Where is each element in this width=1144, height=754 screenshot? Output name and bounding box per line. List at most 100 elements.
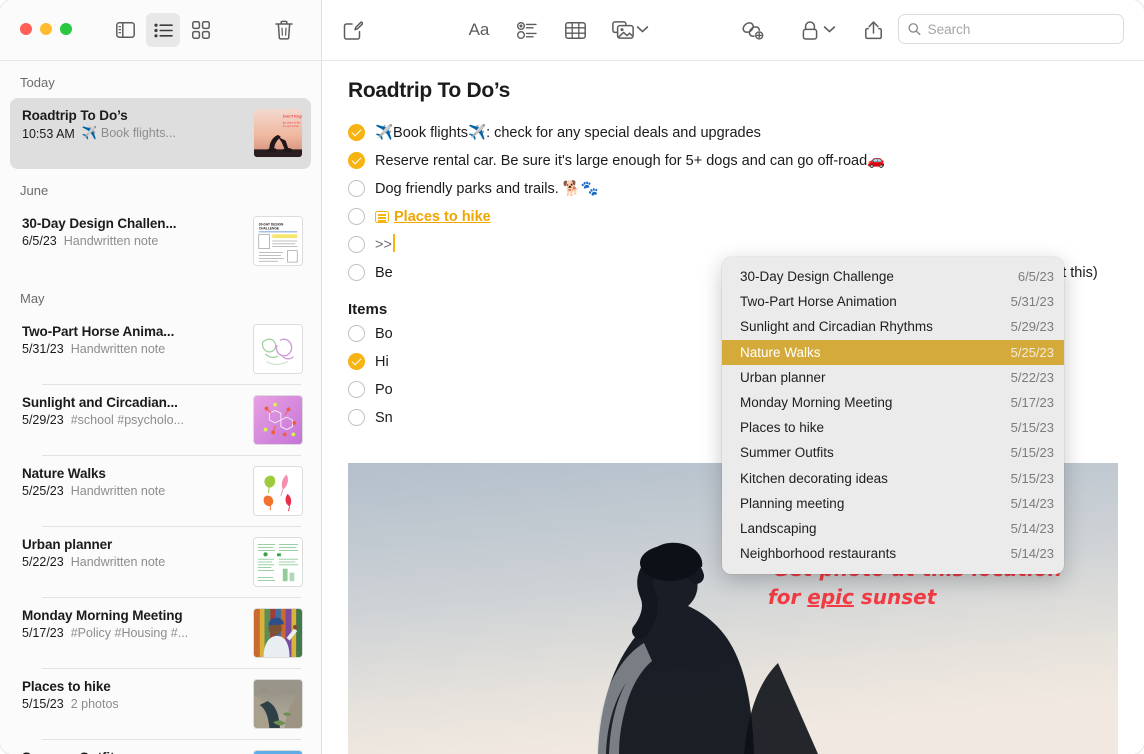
popup-item-title: Urban planner: [740, 370, 826, 385]
compose-note-button[interactable]: [334, 13, 372, 47]
checkbox-checked[interactable]: [348, 152, 365, 169]
note-link[interactable]: Places to hike: [394, 209, 491, 225]
checkbox-unchecked[interactable]: [348, 208, 365, 225]
note-toolbar: Aa: [322, 0, 1144, 61]
checkbox-unchecked[interactable]: [348, 264, 365, 281]
list-item[interactable]: Monday Morning Meeting 5/17/23 #Policy #…: [10, 598, 311, 669]
list-item[interactable]: Summer Outfits: [10, 740, 311, 754]
table-button[interactable]: [556, 13, 594, 47]
popup-item[interactable]: Planning meeting 5/14/23: [722, 491, 1064, 516]
search-input[interactable]: [928, 22, 1114, 37]
list-item[interactable]: 30-Day Design Challen... 6/5/23 Handwrit…: [10, 206, 311, 277]
list-item-subtitle: #Policy #Housing #...: [71, 626, 188, 640]
close-button[interactable]: [20, 23, 32, 35]
todo-typing-wrap: >>: [375, 231, 395, 259]
list-item-thumbnail: [253, 537, 303, 587]
sidebar: Today Roadtrip To Do’s 10:53 AM ✈️ Book …: [0, 0, 322, 754]
todo-item[interactable]: ✈️Book flights✈️: check for any special …: [348, 119, 1120, 147]
sidebar-group-header: May: [0, 277, 321, 314]
checkbox-unchecked[interactable]: [348, 236, 365, 253]
search-field[interactable]: [898, 14, 1124, 44]
popup-item[interactable]: Neighborhood restaurants 5/14/23: [722, 541, 1064, 566]
notes-list[interactable]: Today Roadtrip To Do’s 10:53 AM ✈️ Book …: [0, 61, 321, 754]
popup-item[interactable]: Two-Part Horse Animation 5/31/23: [722, 289, 1064, 314]
share-button[interactable]: [854, 13, 892, 47]
link-icon: [741, 20, 764, 40]
list-item-date: 10:53 AM: [22, 127, 75, 141]
checklist-button[interactable]: [508, 13, 546, 47]
list-item-meta: 5/25/23 Handwritten note: [22, 484, 245, 498]
list-view-button[interactable]: [146, 13, 180, 47]
window-controls: [20, 23, 72, 35]
popup-item-date: 6/5/23: [1018, 269, 1054, 284]
checkbox-unchecked[interactable]: [348, 409, 365, 426]
media-chevron-down-icon[interactable]: [636, 21, 649, 39]
todo-item-link[interactable]: Places to hike: [348, 203, 1120, 231]
popup-item[interactable]: Nature Walks 5/25/23: [722, 340, 1064, 365]
svg-text:for epic sunset: for epic sunset: [283, 125, 299, 128]
popup-item-title: Sunlight and Circadian Rhythms: [740, 319, 933, 334]
popup-item-title: 30-Day Design Challenge: [740, 269, 894, 284]
list-item[interactable]: Places to hike 5/15/23 2 photos: [10, 669, 311, 740]
list-item[interactable]: Roadtrip To Do’s 10:53 AM ✈️ Book flight…: [10, 98, 311, 169]
popup-item-date: 5/14/23: [1011, 496, 1054, 511]
table-icon: [565, 22, 586, 39]
list-item[interactable]: Nature Walks 5/25/23 Handwritten note: [10, 456, 311, 527]
checkbox-unchecked[interactable]: [348, 180, 365, 197]
todo-item-typing[interactable]: >>: [348, 231, 1120, 259]
svg-text:CHALLENGE: CHALLENGE: [259, 226, 280, 230]
list-item-meta: 5/31/23 Handwritten note: [22, 342, 245, 356]
list-separator: [42, 668, 301, 669]
delete-note-button[interactable]: [267, 13, 301, 47]
popup-item-date: 5/29/23: [1011, 319, 1054, 334]
svg-text:get photo at this: get photo at this: [283, 121, 301, 124]
minimize-button[interactable]: [40, 23, 52, 35]
list-item-thumbnail: [253, 395, 303, 445]
checkbox-unchecked[interactable]: [348, 381, 365, 398]
list-item[interactable]: Two-Part Horse Anima... 5/31/23 Handwrit…: [10, 314, 311, 385]
lock-chevron-down-icon[interactable]: [823, 21, 836, 39]
gallery-view-button[interactable]: [184, 13, 218, 47]
list-view-icon: [154, 23, 173, 38]
popup-item-title: Nature Walks: [740, 345, 821, 360]
popup-item[interactable]: Urban planner 5/22/23: [722, 365, 1064, 390]
popup-item[interactable]: Sunlight and Circadian Rhythms 5/29/23: [722, 314, 1064, 339]
checkbox-checked[interactable]: [348, 124, 365, 141]
popup-item[interactable]: Kitchen decorating ideas 5/15/23: [722, 466, 1064, 491]
popup-item-title: Planning meeting: [740, 496, 844, 511]
format-button[interactable]: Aa: [460, 13, 498, 47]
format-aa-label: Aa: [469, 20, 490, 40]
list-separator: [42, 455, 301, 456]
list-separator: [42, 384, 301, 385]
checkbox-checked[interactable]: [348, 353, 365, 370]
popup-item[interactable]: 30-Day Design Challenge 6/5/23: [722, 264, 1064, 289]
popup-item[interactable]: Landscaping 5/14/23: [722, 516, 1064, 541]
list-item-thumbnail: Don't forgetget photo at thisfor epic su…: [253, 108, 303, 158]
sidebar-toggle-button[interactable]: [108, 13, 142, 47]
list-item-title: Roadtrip To Do’s: [22, 108, 245, 123]
popup-item[interactable]: Monday Morning Meeting 5/17/23: [722, 390, 1064, 415]
zoom-button[interactable]: [60, 23, 72, 35]
list-separator: [42, 526, 301, 527]
checkbox-unchecked[interactable]: [348, 325, 365, 342]
list-item-date: 6/5/23: [22, 234, 57, 248]
list-item-meta: 5/15/23 2 photos: [22, 697, 245, 711]
typed-text: >>: [375, 237, 392, 253]
popup-item[interactable]: Summer Outfits 5/15/23: [722, 440, 1064, 465]
popup-item-title: Places to hike: [740, 420, 824, 435]
popup-item-date: 5/17/23: [1011, 395, 1054, 410]
list-item-thumbnail: [253, 324, 303, 374]
list-item-thumbnail: [253, 466, 303, 516]
popup-item-title: Landscaping: [740, 521, 817, 536]
todo-item[interactable]: Dog friendly parks and trails. 🐕🐾: [348, 175, 1120, 203]
share-icon: [865, 20, 882, 40]
popup-item[interactable]: Places to hike 5/15/23: [722, 415, 1064, 440]
list-item-subtitle: #school #psycholo...: [71, 413, 184, 427]
add-link-button[interactable]: [733, 13, 771, 47]
popup-item-date: 5/25/23: [1011, 345, 1054, 360]
note-link-suggestion-popup[interactable]: 30-Day Design Challenge 6/5/23 Two-Part …: [722, 257, 1064, 574]
todo-item[interactable]: Reserve rental car. Be sure it's large e…: [348, 147, 1120, 175]
list-item[interactable]: Urban planner 5/22/23 Handwritten note: [10, 527, 311, 598]
list-item[interactable]: Sunlight and Circadian... 5/29/23 #schoo…: [10, 385, 311, 456]
list-separator: [42, 739, 301, 740]
